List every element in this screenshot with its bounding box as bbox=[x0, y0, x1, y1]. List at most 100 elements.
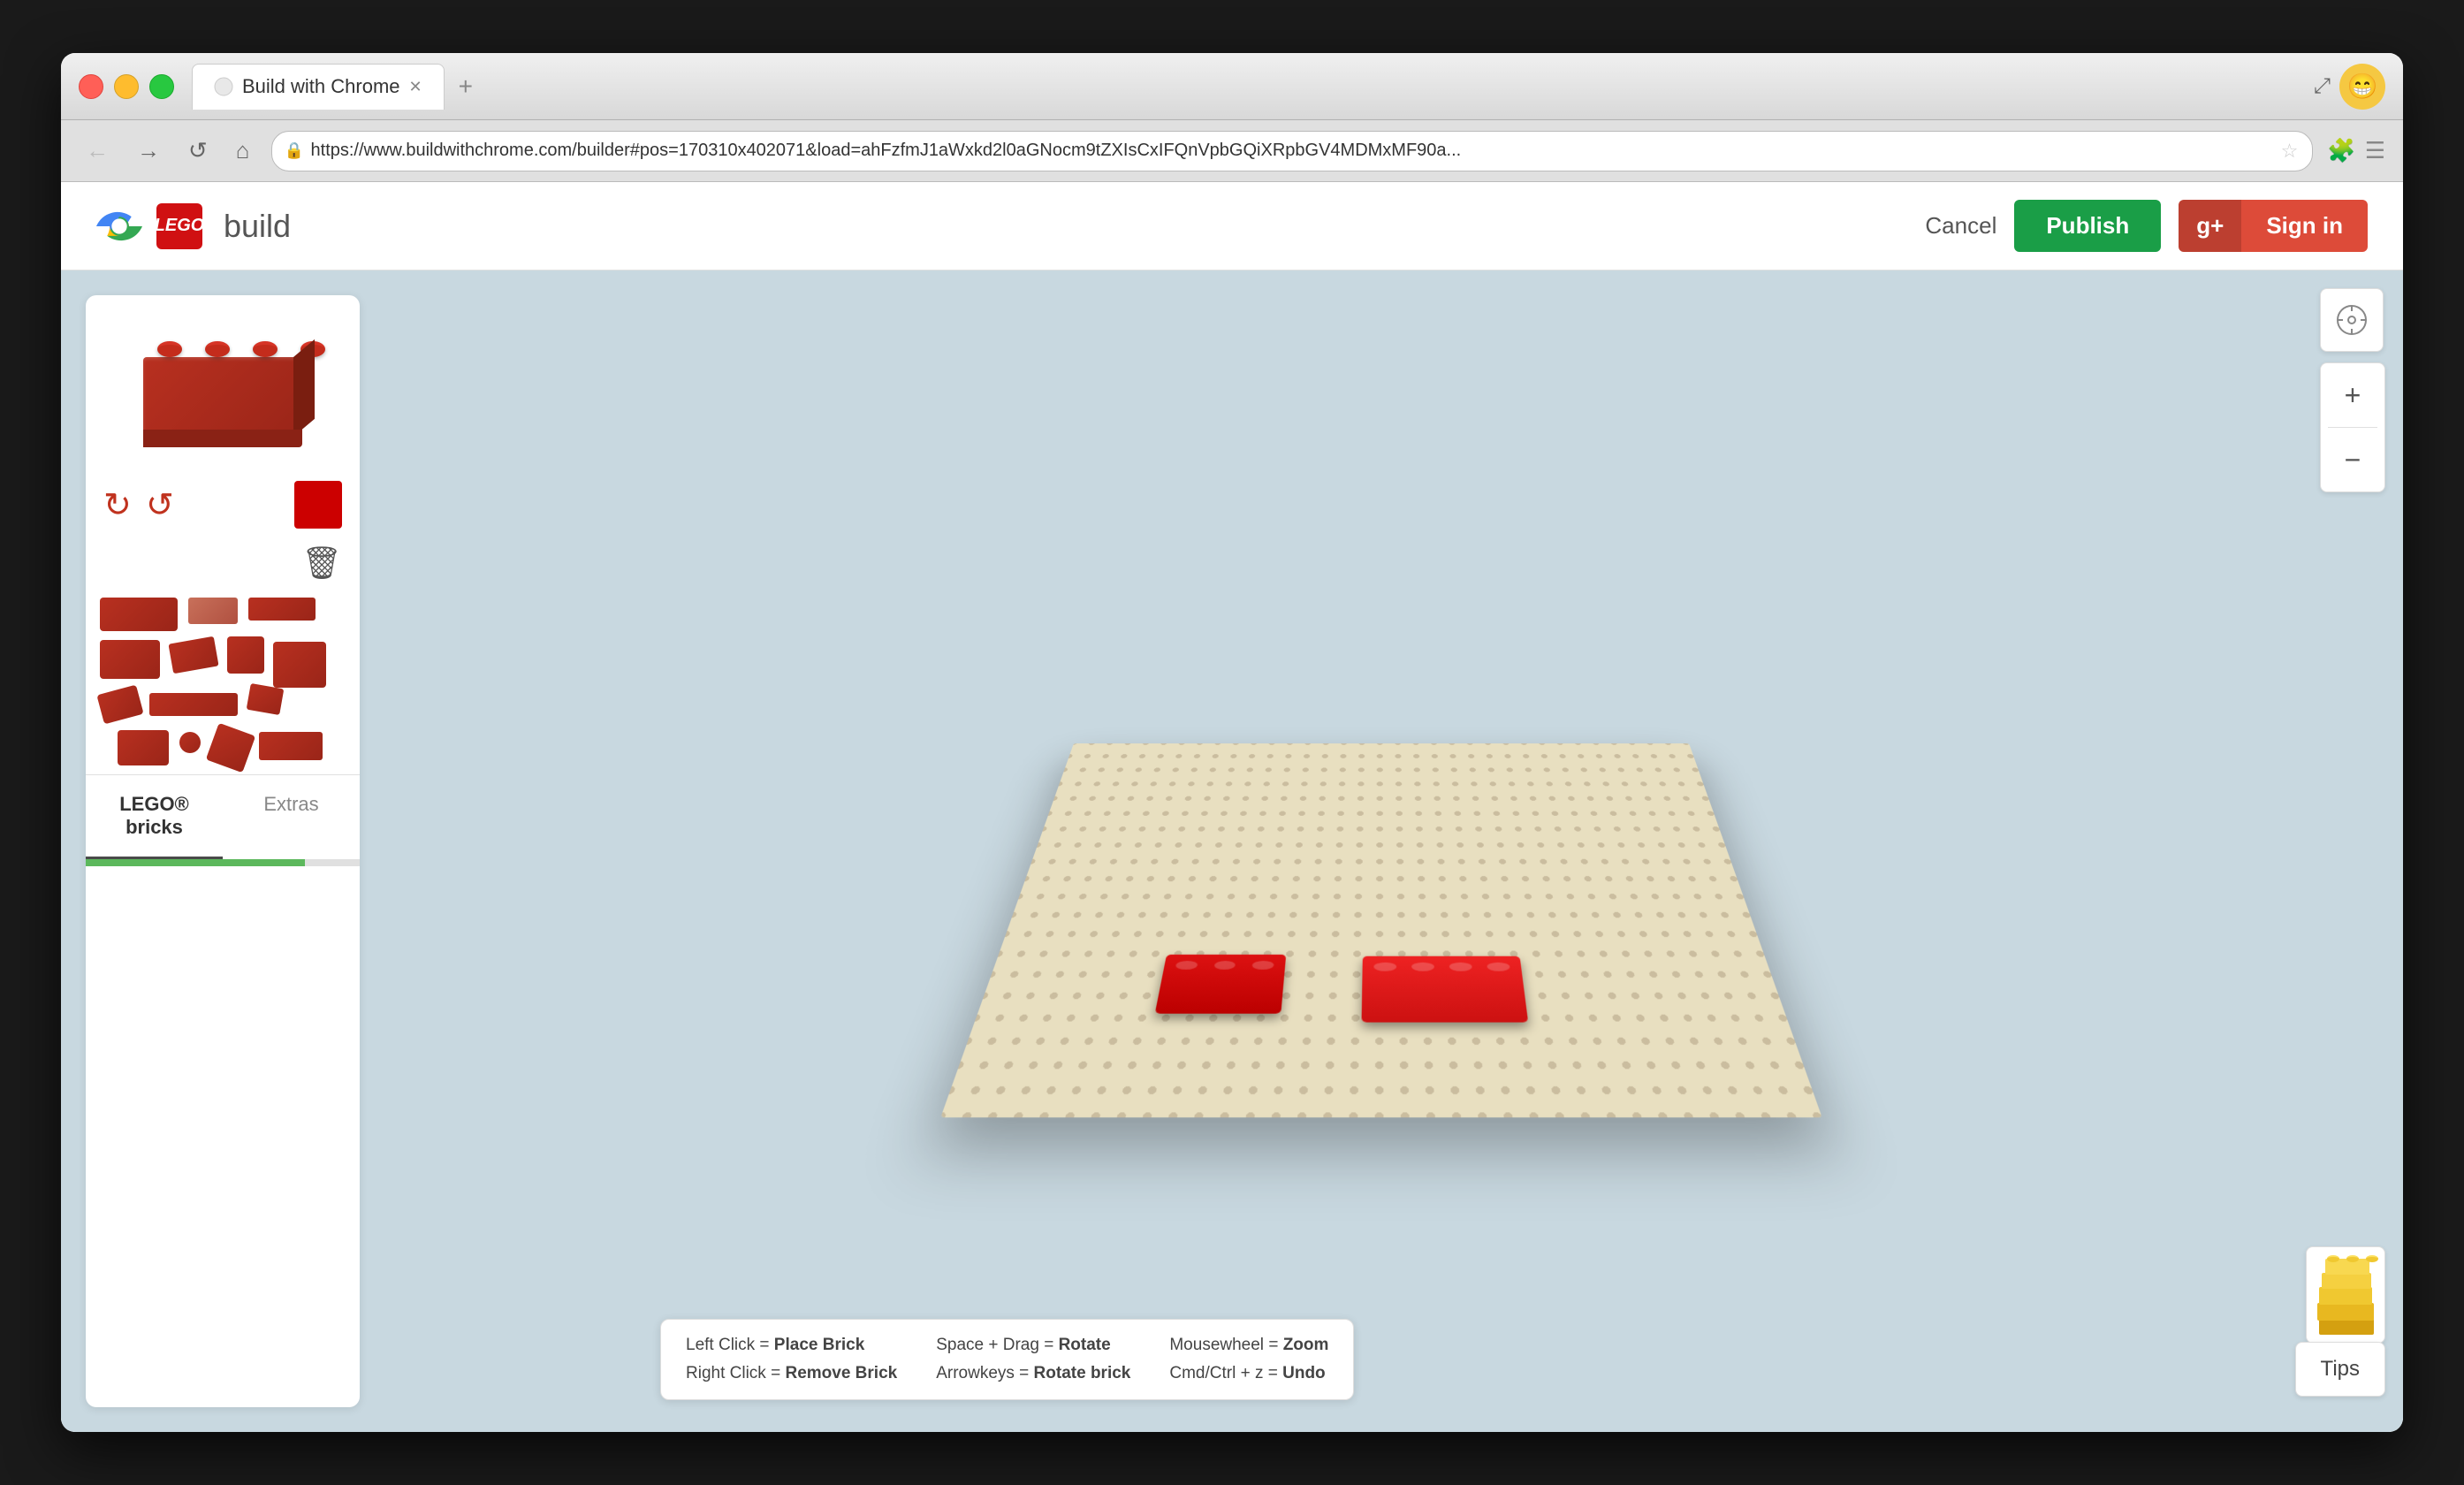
window-expand-icon[interactable]: ⤢ bbox=[2314, 74, 2331, 99]
stud bbox=[1449, 963, 1472, 971]
tab-lego-bricks[interactable]: LEGO® bricks bbox=[86, 775, 223, 859]
lego-thumbnail-panel[interactable] bbox=[2306, 1246, 2385, 1344]
active-tab[interactable]: Build with Chrome ✕ bbox=[192, 64, 445, 110]
rotate-icon[interactable]: ↻ bbox=[103, 485, 132, 525]
google-signin-button[interactable]: g+ Sign in bbox=[2179, 200, 2368, 252]
tip-equals: = bbox=[1044, 1336, 1058, 1354]
sidebar-panel: ↻ ↻ 🗑 bbox=[86, 295, 360, 1407]
delete-area: 🗑 bbox=[86, 537, 360, 589]
tip-equals: = bbox=[771, 1364, 785, 1382]
stack-layer-1 bbox=[2319, 1319, 2374, 1335]
tip-equals: = bbox=[1268, 1364, 1282, 1382]
extensions-icon[interactable]: 🧩 bbox=[2327, 137, 2355, 164]
placed-brick-2[interactable] bbox=[1362, 956, 1529, 1023]
builder-canvas[interactable]: + − bbox=[360, 270, 2403, 1432]
compass-button[interactable] bbox=[2320, 288, 2384, 352]
stud-pattern bbox=[940, 743, 1821, 1117]
brick-body-bottom bbox=[143, 430, 302, 447]
panel-tab-bar: LEGO® bricks Extras bbox=[86, 774, 360, 859]
stud bbox=[1373, 963, 1396, 971]
brick-item[interactable] bbox=[100, 598, 178, 631]
tips-col-3: Mousewheel = Zoom Cmd/Ctrl + z = Undo bbox=[1169, 1336, 1328, 1383]
zoom-out-button[interactable]: − bbox=[2321, 428, 2384, 491]
brick-stud bbox=[205, 341, 230, 357]
back-button[interactable]: ← bbox=[79, 133, 116, 168]
app-content: LEGO build Cancel Publish g+ Sign in bbox=[61, 182, 2403, 1432]
stud bbox=[1252, 961, 1274, 970]
refresh-button[interactable]: ↺ bbox=[181, 133, 215, 168]
app-title: build bbox=[224, 208, 291, 245]
brick-item[interactable] bbox=[227, 636, 264, 674]
tip-key: Left Click bbox=[686, 1336, 755, 1354]
title-bar: Build with Chrome ✕ + ⤢ 😁 bbox=[61, 53, 2403, 120]
placed-brick-1[interactable] bbox=[1155, 955, 1287, 1014]
brick-item[interactable] bbox=[179, 732, 201, 753]
stud bbox=[1487, 963, 1510, 971]
tips-panel: Left Click = Place Brick Right Click = R… bbox=[660, 1319, 1354, 1400]
brick-item[interactable] bbox=[273, 642, 326, 688]
close-button[interactable] bbox=[79, 74, 103, 99]
stud bbox=[1411, 963, 1434, 971]
home-button[interactable]: ⌂ bbox=[229, 133, 257, 168]
traffic-lights bbox=[79, 74, 174, 99]
ssl-lock-icon: 🔒 bbox=[285, 141, 304, 160]
tab-title: Build with Chrome bbox=[242, 75, 400, 98]
logo-group: LEGO build bbox=[96, 203, 291, 249]
brick-item[interactable] bbox=[188, 598, 238, 624]
url-text: https://www.buildwithchrome.com/builder#… bbox=[311, 141, 1462, 161]
stud bbox=[2366, 1255, 2378, 1262]
cancel-button[interactable]: Cancel bbox=[1925, 212, 1996, 240]
maximize-button[interactable] bbox=[149, 74, 174, 99]
app-header: LEGO build Cancel Publish g+ Sign in bbox=[61, 182, 2403, 270]
tip-line: Right Click = Remove Brick bbox=[686, 1364, 897, 1383]
bookmark-icon[interactable]: ☆ bbox=[2281, 140, 2299, 163]
brick-studs-row bbox=[1162, 955, 1286, 976]
main-area: ↻ ↻ 🗑 bbox=[61, 270, 2403, 1432]
brick-item[interactable] bbox=[118, 730, 169, 765]
tab-extras[interactable]: Extras bbox=[223, 775, 360, 859]
zoom-controls: + − bbox=[2320, 362, 2385, 492]
brick-item[interactable] bbox=[248, 598, 316, 621]
delete-icon[interactable]: 🗑 bbox=[301, 544, 342, 582]
stud bbox=[1175, 961, 1198, 970]
tip-equals: = bbox=[759, 1336, 773, 1354]
baseplate bbox=[940, 743, 1821, 1117]
minimize-button[interactable] bbox=[114, 74, 139, 99]
browser-window: Build with Chrome ✕ + ⤢ 😁 ← → ↺ ⌂ 🔒 http… bbox=[61, 53, 2403, 1432]
tips-button[interactable]: Tips bbox=[2295, 1342, 2385, 1397]
menu-icon[interactable]: ☰ bbox=[2365, 137, 2385, 164]
zoom-in-button[interactable]: + bbox=[2321, 363, 2384, 427]
tip-key: Right Click bbox=[686, 1364, 766, 1382]
lego-stack-preview bbox=[2315, 1255, 2377, 1335]
compass-icon bbox=[2336, 304, 2368, 336]
brick-studs-row bbox=[1362, 956, 1522, 978]
stud bbox=[2346, 1255, 2359, 1262]
tip-action: Remove Brick bbox=[785, 1364, 897, 1382]
brick-item[interactable] bbox=[259, 732, 323, 760]
publish-button[interactable]: Publish bbox=[2014, 200, 2161, 252]
brick-item[interactable] bbox=[149, 693, 238, 716]
tip-line: Space + Drag = Rotate bbox=[936, 1336, 1130, 1355]
tip-equals: = bbox=[1268, 1336, 1282, 1354]
stack-layer-2 bbox=[2317, 1303, 2374, 1321]
brick-preview-area bbox=[86, 295, 360, 472]
brick-item[interactable] bbox=[100, 640, 160, 679]
header-actions: Cancel Publish g+ Sign in bbox=[1925, 200, 2368, 252]
stack-layer-4 bbox=[2322, 1273, 2371, 1289]
url-bar[interactable]: 🔒 https://www.buildwithchrome.com/builde… bbox=[271, 131, 2314, 171]
brick-item[interactable] bbox=[168, 636, 218, 674]
brick-item[interactable] bbox=[96, 685, 143, 725]
address-bar: ← → ↺ ⌂ 🔒 https://www.buildwithchrome.co… bbox=[61, 120, 2403, 182]
tip-line: Cmd/Ctrl + z = Undo bbox=[1169, 1364, 1328, 1383]
tab-close-icon[interactable]: ✕ bbox=[409, 78, 422, 96]
progress-bar-container bbox=[86, 859, 360, 866]
brick-body-front bbox=[143, 357, 302, 437]
new-tab-button[interactable]: + bbox=[448, 69, 483, 104]
signin-label-part: Sign in bbox=[2241, 200, 2368, 252]
color-swatch[interactable] bbox=[294, 481, 342, 529]
tips-col-1: Left Click = Place Brick Right Click = R… bbox=[686, 1336, 897, 1383]
brick-item[interactable] bbox=[206, 723, 255, 773]
rotate-reverse-icon[interactable]: ↻ bbox=[146, 485, 174, 525]
forward-button[interactable]: → bbox=[130, 133, 167, 168]
brick-item[interactable] bbox=[247, 683, 285, 715]
